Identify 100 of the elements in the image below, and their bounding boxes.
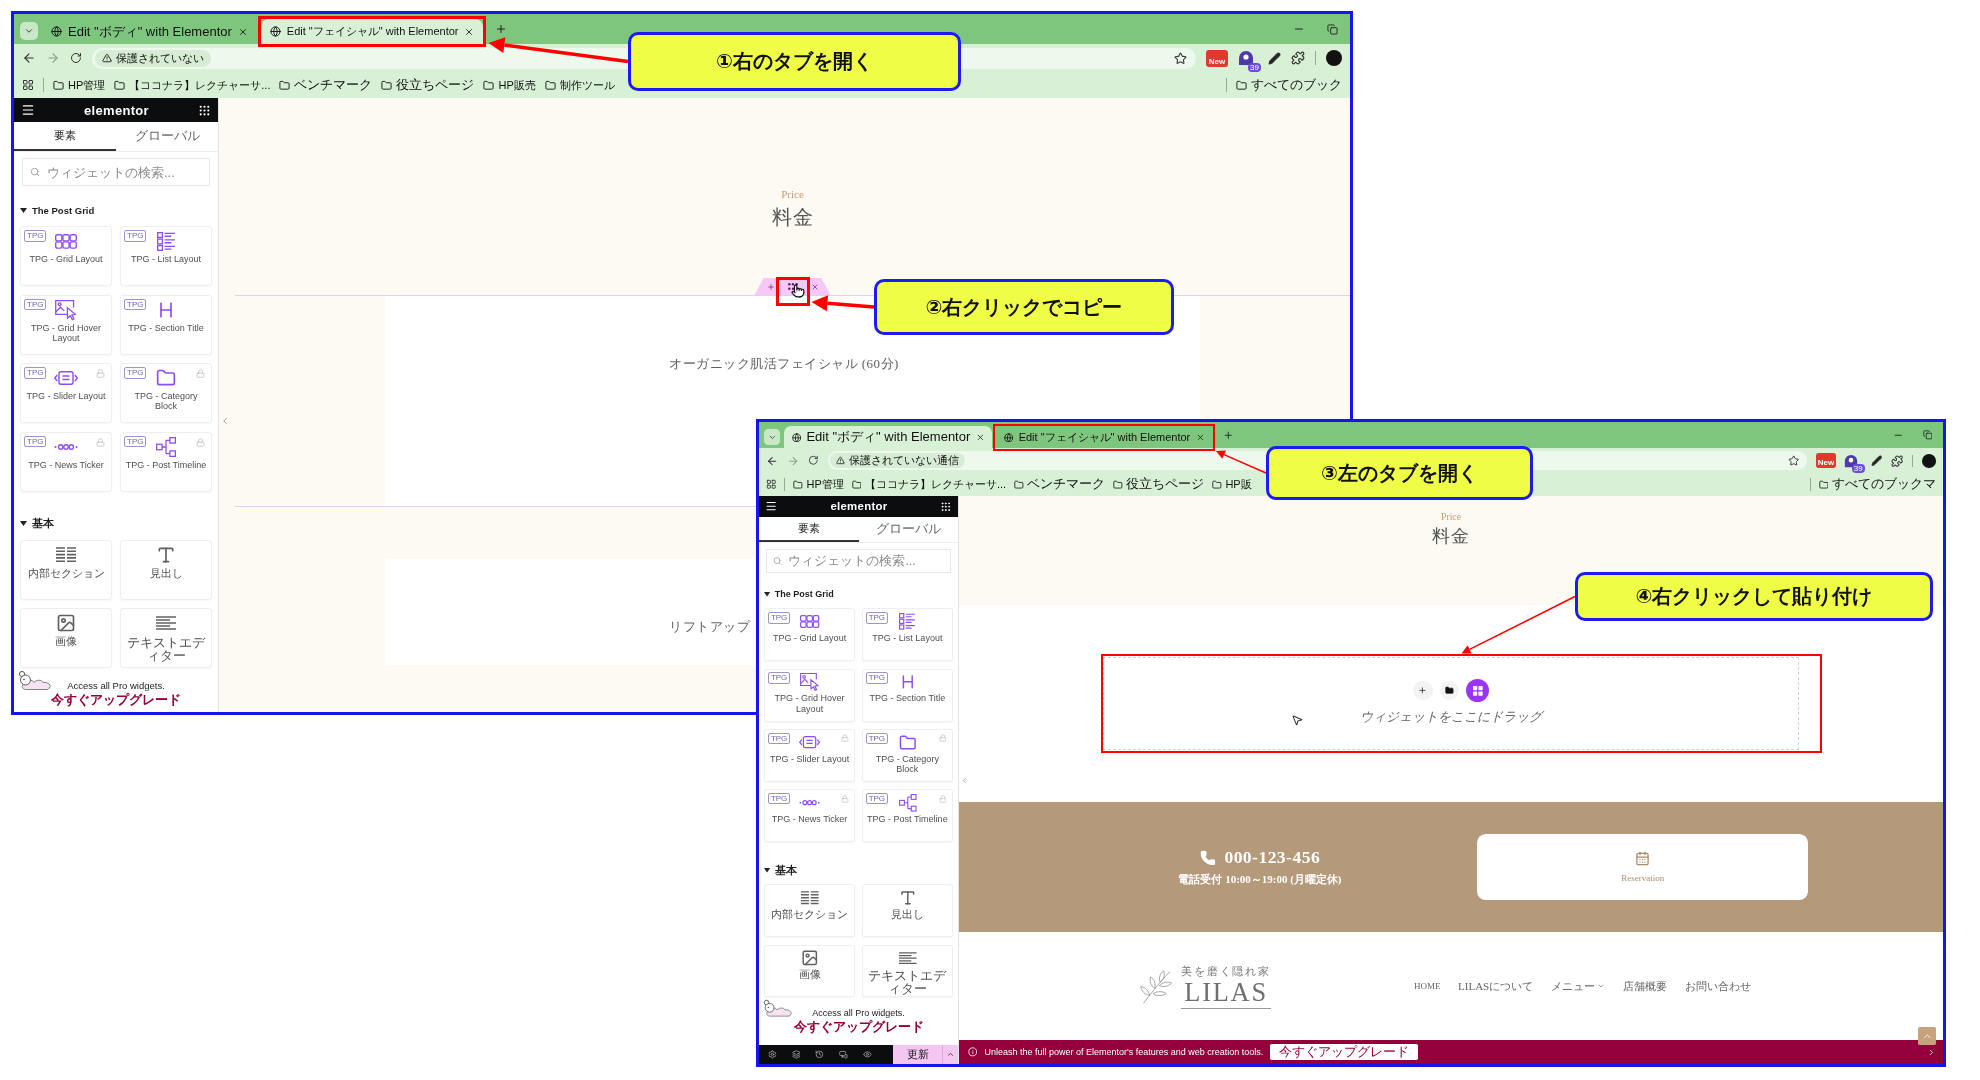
- settings-icon[interactable]: [767, 1049, 777, 1059]
- avatar-icon[interactable]: [1921, 453, 1936, 468]
- history-icon[interactable]: [815, 1049, 825, 1059]
- widget-card[interactable]: テキストエディター: [120, 608, 212, 668]
- widget-card[interactable]: 見出し: [120, 539, 212, 600]
- browser-tab[interactable]: Edit "フェイシャル" with Elementor: [260, 19, 484, 44]
- bookmark-folder[interactable]: すべてのブックマ: [1818, 475, 1936, 494]
- section-handle[interactable]: [754, 278, 831, 295]
- bookmark-folder[interactable]: HP管理: [53, 77, 106, 93]
- layers-icon[interactable]: [791, 1049, 801, 1059]
- browser-tab[interactable]: Edit "フェイシャル" with Elementor: [995, 426, 1213, 449]
- bookmark-folder[interactable]: HP販売: [483, 77, 536, 93]
- restore-icon[interactable]: [1327, 23, 1338, 35]
- menu-icon[interactable]: [765, 500, 778, 513]
- back-icon[interactable]: [22, 51, 36, 65]
- upgrade-link[interactable]: 今すぐアップグレード: [793, 1019, 924, 1035]
- avatar-icon[interactable]: [1326, 50, 1342, 66]
- reload-icon[interactable]: [808, 455, 819, 466]
- restore-icon[interactable]: [1922, 430, 1933, 441]
- widget-card[interactable]: 内部セクション: [20, 539, 112, 600]
- bookmark-folder[interactable]: ベンチマーク: [1014, 475, 1106, 494]
- widget-card[interactable]: TPG TPG - Post Timeline: [862, 789, 953, 843]
- apps-icon[interactable]: [22, 79, 34, 91]
- plus-icon[interactable]: [1222, 429, 1234, 441]
- extension-button[interactable]: New: [1206, 49, 1228, 67]
- extension-icon[interactable]: [1238, 50, 1254, 66]
- close-icon[interactable]: [237, 26, 248, 37]
- update-button[interactable]: 更新: [892, 1044, 943, 1064]
- nav-link[interactable]: メニュー: [1550, 978, 1606, 994]
- panel-tab[interactable]: 要素: [759, 517, 859, 543]
- bookmark-folder[interactable]: すべてのブック: [1236, 76, 1342, 94]
- nav-link[interactable]: LILASについて: [1458, 978, 1534, 994]
- bookmark-folder[interactable]: 制作ツール: [544, 77, 615, 93]
- chevron-right-icon[interactable]: [1927, 1047, 1936, 1057]
- puzzle-icon[interactable]: [1291, 51, 1305, 65]
- extension-icon[interactable]: [1844, 453, 1859, 468]
- puzzle-icon[interactable]: [1891, 454, 1904, 467]
- upgrade-button[interactable]: 今すぐアップグレード: [1270, 1044, 1418, 1061]
- search-field[interactable]: ウィジェットの検索...: [766, 548, 951, 574]
- bookmark-folder[interactable]: 役立ちページ: [381, 76, 475, 94]
- category-header[interactable]: 基本: [759, 859, 958, 881]
- apps-grid-icon[interactable]: [198, 103, 211, 117]
- widget-card[interactable]: TPG TPG - News Ticker: [20, 431, 112, 492]
- bookmark-folder[interactable]: 【ココナラ】レクチャーサ...: [851, 476, 1007, 492]
- widget-card[interactable]: 見出し: [862, 884, 953, 938]
- widget-card[interactable]: TPG TPG - Post Timeline: [120, 431, 212, 492]
- search-field[interactable]: ウィジェットの検索...: [22, 158, 210, 186]
- plus-icon[interactable]: [495, 23, 508, 35]
- bookmark-folder[interactable]: ベンチマーク: [279, 76, 373, 94]
- plus-icon[interactable]: [766, 282, 775, 291]
- add-button[interactable]: [1413, 680, 1433, 701]
- widget-card[interactable]: 画像: [764, 944, 855, 998]
- close-icon[interactable]: [464, 26, 475, 37]
- widget-card[interactable]: TPG TPG - Grid Layout: [764, 608, 855, 662]
- nav-link[interactable]: お問い合わせ: [1684, 978, 1751, 994]
- category-header[interactable]: The Post Grid: [14, 198, 218, 222]
- bookmark-folder[interactable]: 役立ちページ: [1113, 475, 1205, 494]
- bookmark-folder[interactable]: HP管理: [793, 476, 844, 492]
- close-icon[interactable]: [975, 433, 985, 442]
- widget-card[interactable]: TPG TPG - Grid Hover Layout: [20, 294, 112, 355]
- upgrade-link[interactable]: 今すぐアップグレード: [51, 691, 181, 708]
- extension-button[interactable]: New: [1816, 453, 1836, 469]
- reload-icon[interactable]: [70, 52, 82, 64]
- eye-icon[interactable]: [862, 1049, 872, 1059]
- star-icon[interactable]: [1788, 455, 1800, 467]
- widget-card[interactable]: TPG TPG - Section Title: [862, 668, 953, 722]
- apps-icon[interactable]: [766, 479, 777, 490]
- widget-card[interactable]: TPG TPG - Grid Hover Layout: [764, 668, 855, 722]
- menu-icon[interactable]: [21, 103, 35, 117]
- bookmark-folder[interactable]: HP販: [1212, 476, 1252, 492]
- security-chip[interactable]: 保護されていない通信: [830, 453, 965, 469]
- widget-card[interactable]: 内部セクション: [764, 884, 855, 938]
- widget-card[interactable]: 画像: [20, 608, 112, 668]
- apps-grid-icon[interactable]: [940, 500, 952, 513]
- widget-card[interactable]: TPG TPG - News Ticker: [764, 789, 855, 843]
- widget-card[interactable]: TPG TPG - Slider Layout: [20, 363, 112, 423]
- panel-tab[interactable]: グローバル: [858, 517, 958, 543]
- devices-icon[interactable]: [839, 1049, 848, 1059]
- nav-link[interactable]: HOME: [1413, 981, 1441, 992]
- widgets-button[interactable]: [1465, 679, 1489, 702]
- browser-tab[interactable]: Edit "ボディ" with Elementor: [42, 19, 257, 44]
- category-header[interactable]: 基本: [14, 511, 218, 536]
- template-button[interactable]: [1439, 680, 1459, 701]
- close-icon[interactable]: [1195, 433, 1205, 442]
- panel-tab[interactable]: グローバル: [116, 122, 218, 151]
- widget-card[interactable]: TPG TPG - List Layout: [120, 226, 212, 286]
- star-icon[interactable]: [1174, 51, 1187, 65]
- security-chip[interactable]: 保護されていない: [95, 49, 211, 67]
- widget-card[interactable]: TPG TPG - Category Block: [120, 363, 212, 423]
- nav-link[interactable]: 店舗概要: [1622, 978, 1667, 994]
- panel-tab[interactable]: 要素: [14, 122, 116, 151]
- pen-icon[interactable]: [1870, 455, 1883, 467]
- widget-card[interactable]: テキストエディター: [862, 944, 953, 998]
- widget-card[interactable]: TPG TPG - Slider Layout: [764, 729, 855, 782]
- bookmark-folder[interactable]: 【ココナラ】レクチャーサ...: [114, 77, 271, 93]
- back-icon[interactable]: [766, 454, 779, 467]
- widget-card[interactable]: TPG TPG - Grid Layout: [20, 226, 112, 286]
- pen-icon[interactable]: [1268, 51, 1281, 65]
- category-header[interactable]: The Post Grid: [759, 583, 958, 605]
- browser-tab[interactable]: Edit "ボディ" with Elementor: [783, 426, 993, 449]
